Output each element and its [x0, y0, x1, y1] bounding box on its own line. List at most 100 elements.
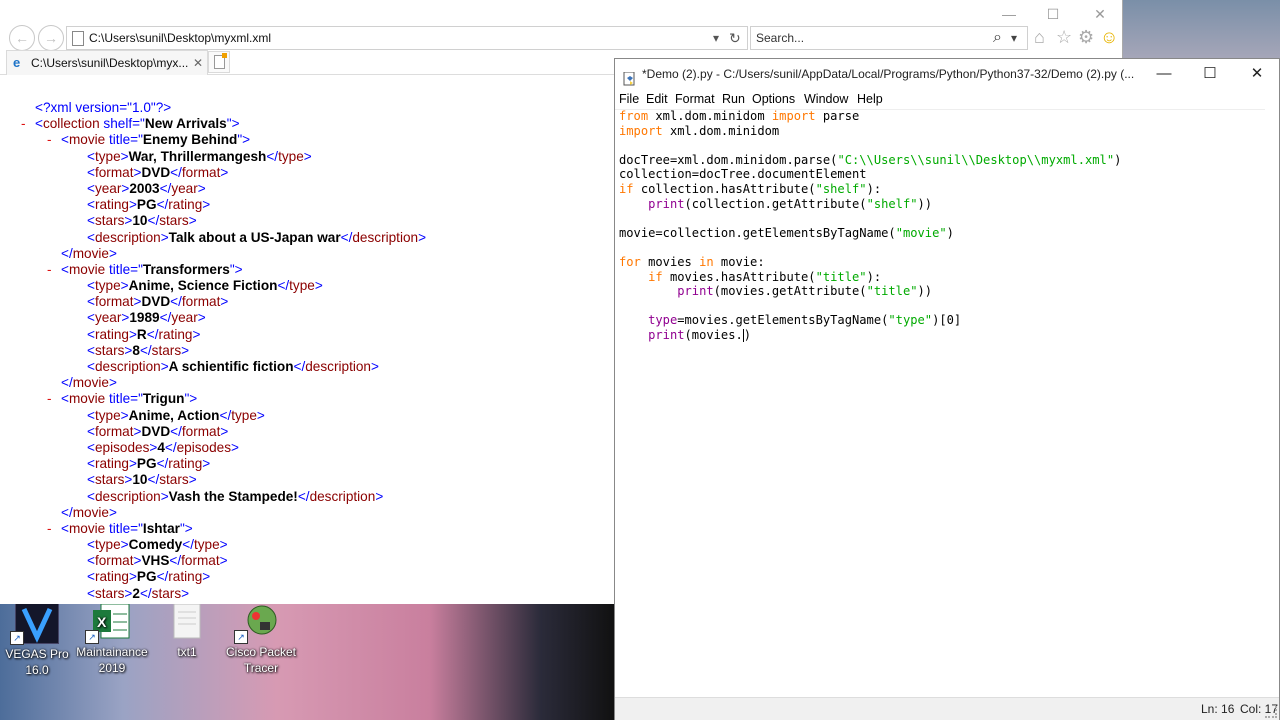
tab-myxml[interactable]: e C:\Users\sunil\Desktop\myx... ✕ — [6, 50, 208, 75]
feedback-smiley-icon[interactable]: ☺ — [1100, 27, 1118, 47]
xml-token: year — [94, 180, 122, 196]
forward-button[interactable]: → — [38, 25, 64, 51]
tab-close-icon[interactable]: ✕ — [193, 51, 203, 75]
search-icon[interactable]: ⌕ — [993, 27, 1002, 49]
menu-window[interactable]: Window — [804, 89, 848, 109]
xml-line-content: <rating>R</rating> — [87, 327, 200, 343]
xml-token: rating — [94, 197, 129, 213]
menu-file[interactable]: File — [619, 89, 639, 109]
code-editor[interactable]: from xml.dom.minidom import parse import … — [619, 109, 1121, 343]
vertical-scrollbar[interactable] — [1265, 109, 1279, 699]
xml-token: stars — [151, 342, 182, 358]
desktop-icon-maintainance[interactable]: X ↗ Maintainance 2019 — [75, 602, 149, 676]
code-token: movie=collection.getElementsByTagName( — [619, 225, 896, 240]
tools-gear-icon[interactable]: ⚙ — [1078, 27, 1094, 47]
code-token: )[0] — [932, 313, 962, 328]
xml-token: Trigun — [142, 391, 185, 407]
menu-options[interactable]: Options — [752, 89, 795, 109]
xml-token: type — [94, 407, 121, 423]
code-token: )) — [917, 196, 933, 211]
xml-line-content: <type>Anime, Science Fiction</type> — [87, 278, 323, 294]
xml-token: > — [120, 148, 129, 164]
xml-token: movie — [68, 391, 106, 407]
desktop-icon-cisco[interactable]: ↗ Cisco Packet Tracer — [224, 602, 298, 676]
xml-line-content: <rating>PG</rating> — [87, 456, 210, 472]
xml-token: 10 — [132, 472, 148, 488]
xml-token: episodes — [176, 439, 232, 455]
xml-token: > — [108, 504, 117, 520]
idle-close-button[interactable]: ✕ — [1234, 59, 1280, 89]
xml-token: > — [220, 294, 229, 310]
vegas-icon: ↗ — [10, 602, 59, 645]
xml-token: > — [371, 359, 379, 374]
xml-token: </ — [277, 278, 290, 294]
xml-token: type — [94, 537, 121, 553]
search-dropdown-icon[interactable]: ▾ — [1011, 27, 1017, 49]
xml-line-content: <type>Comedy</type> — [87, 537, 228, 553]
ie-maximize-button[interactable]: ☐ — [1030, 0, 1076, 24]
xml-token: title=" — [105, 391, 143, 407]
menu-help[interactable]: Help — [857, 89, 883, 109]
xml-token: < — [87, 553, 95, 569]
ie-close-button[interactable]: ✕ — [1077, 0, 1123, 24]
xml-token: 1989 — [129, 310, 160, 326]
menu-format[interactable]: Format — [675, 89, 715, 109]
xml-token: 2 — [132, 585, 140, 601]
search-input[interactable]: Search... — [756, 27, 804, 49]
resize-grip-icon[interactable] — [1265, 706, 1277, 718]
xml-token: VHS — [141, 553, 170, 569]
xml-token: </ — [139, 342, 152, 358]
xml-token: PG — [136, 456, 157, 472]
xml-token: > — [128, 326, 137, 342]
xml-line-content: <collection shelf="New Arrivals"> — [35, 116, 240, 132]
idle-maximize-button[interactable]: ☐ — [1187, 59, 1233, 89]
xml-token: stars — [151, 585, 182, 601]
desktop-icon-txt1[interactable]: txt1 — [150, 602, 224, 660]
xml-token: PG — [136, 197, 157, 213]
xml-token: stars — [94, 472, 125, 488]
desktop-icon-label: txt1 — [177, 645, 197, 659]
xml-token: </ — [340, 229, 353, 245]
new-tab-button[interactable] — [208, 51, 230, 73]
home-icon[interactable]: ⌂ — [1034, 27, 1045, 47]
xml-line-content: <format>DVD</format> — [87, 424, 228, 440]
search-box[interactable]: Search... ⌕ ▾ — [750, 26, 1028, 50]
code-token: import — [771, 109, 816, 123]
xml-token: description — [94, 488, 161, 504]
idle-minimize-button[interactable]: — — [1141, 59, 1187, 89]
xml-token: description — [305, 359, 371, 374]
favorites-icon[interactable]: ☆ — [1056, 27, 1072, 47]
code-token: ): — [866, 181, 882, 196]
back-button[interactable]: ← — [9, 25, 35, 51]
xml-line-content: <type>War, Thrillermangesh</type> — [87, 149, 312, 165]
ie-minimize-button[interactable]: — — [986, 0, 1032, 24]
code-token: ) — [946, 225, 954, 240]
desktop-icon-vegas[interactable]: ↗ VEGAS Pro 16.0 — [0, 602, 74, 678]
xml-token: movie — [68, 132, 106, 148]
address-bar[interactable]: C:\Users\sunil\Desktop\myxml.xml ▾ ↻ — [66, 26, 748, 50]
menu-run[interactable]: Run — [722, 89, 745, 109]
refresh-icon[interactable]: ↻ — [729, 27, 741, 49]
code-token: "C:\\Users\\sunil\\Desktop\\myxml.xml" — [837, 152, 1115, 167]
address-dropdown-icon[interactable]: ▾ — [713, 27, 719, 49]
xml-token: > — [303, 148, 312, 164]
code-token: (movies.getAttribute( — [713, 284, 867, 299]
xml-line-content: <stars>2</stars> — [87, 586, 189, 602]
xml-token: < — [61, 520, 69, 536]
xml-token: episodes — [94, 439, 150, 455]
xml-token: < — [87, 456, 95, 472]
xml-token: PG — [136, 569, 157, 585]
xml-token: < — [87, 569, 95, 585]
xml-token: </ — [146, 326, 159, 342]
menu-edit[interactable]: Edit — [646, 89, 668, 109]
xml-token: > — [231, 439, 239, 455]
code-token: type — [648, 313, 678, 328]
xml-token: < — [87, 423, 95, 439]
xml-line-content: <movie title="Enemy Behind"> — [61, 132, 250, 148]
xml-token: > — [192, 326, 201, 342]
xml-token: shelf=" — [99, 116, 145, 132]
code-token: from — [619, 109, 649, 123]
xml-token: collection — [42, 116, 100, 132]
